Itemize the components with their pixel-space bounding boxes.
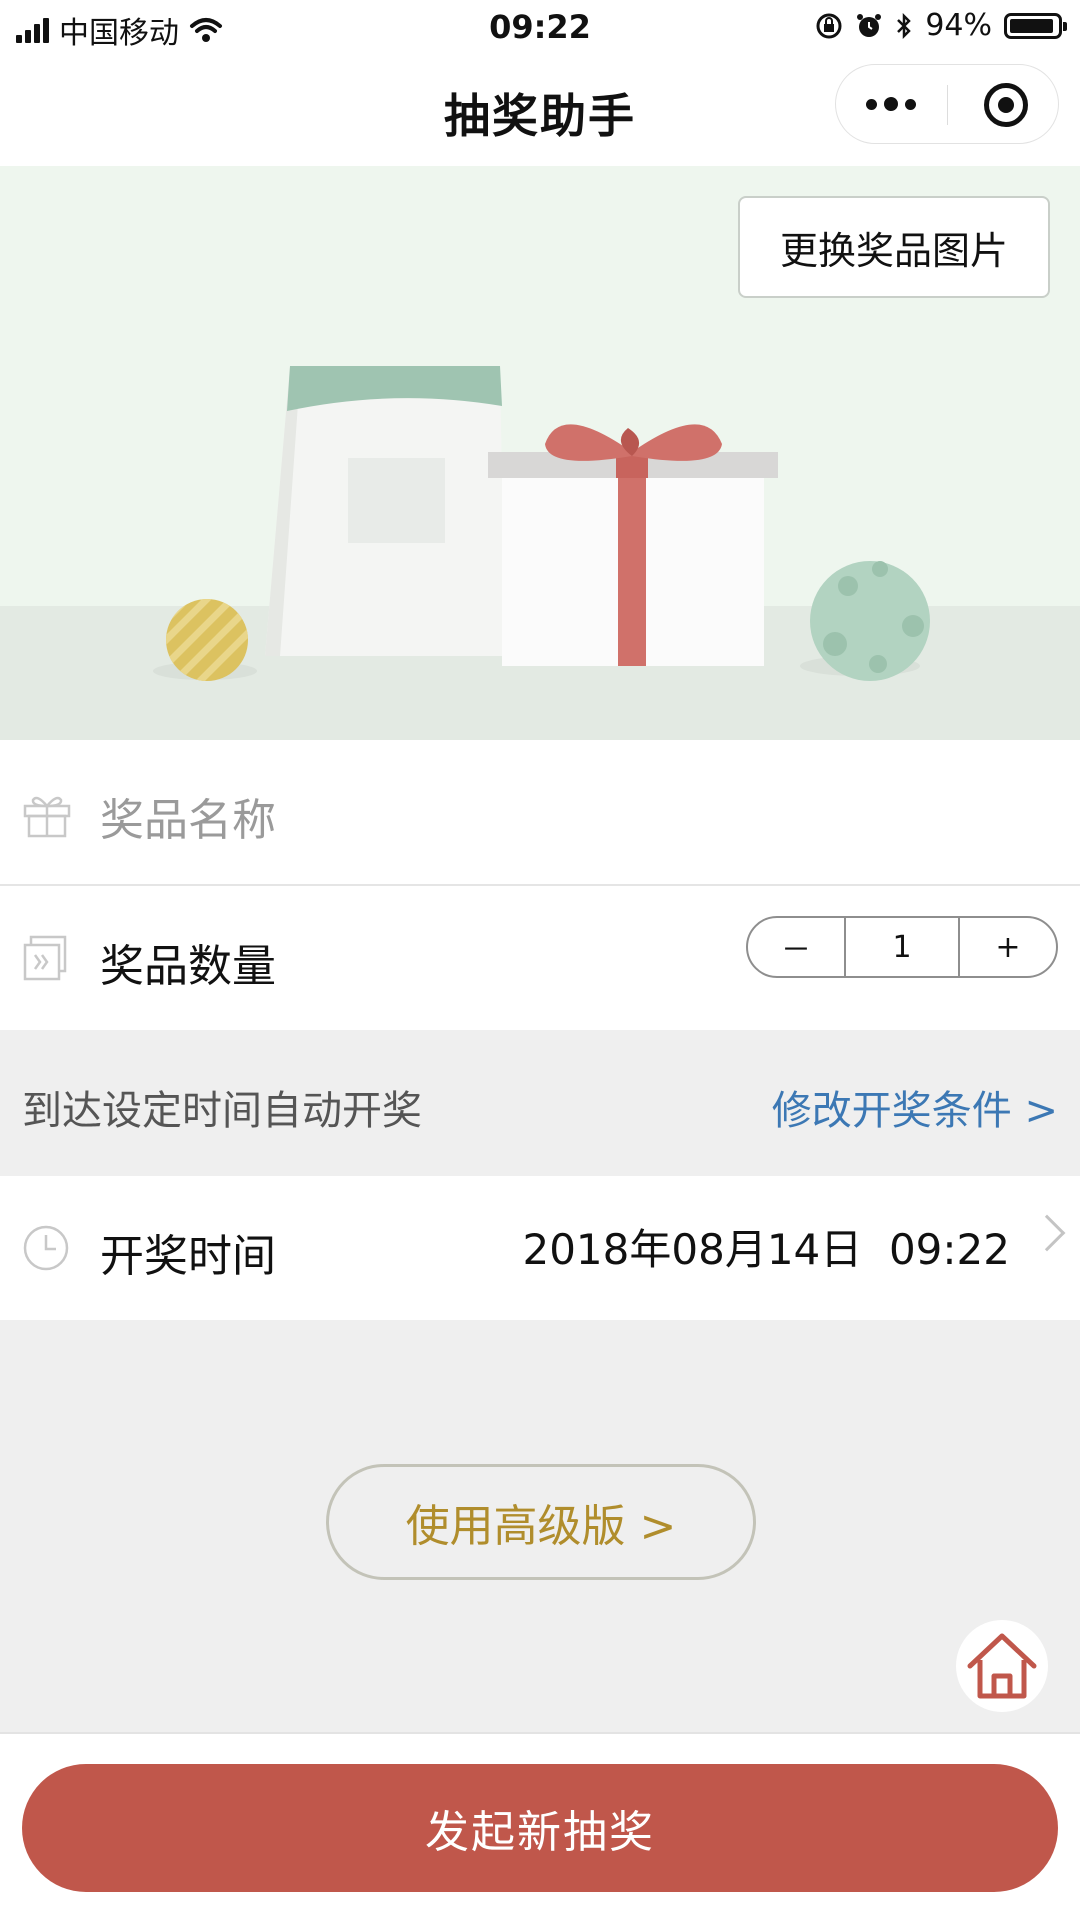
start-new-lottery-button[interactable]: 发起新抽奖 [22,1764,1058,1892]
mini-program-capsule [835,64,1059,144]
battery-percent: 94% [925,8,992,43]
increment-button[interactable]: + [960,918,1056,976]
alarm-icon [857,13,882,37]
chevron-right-icon [1028,1214,1066,1252]
draw-condition-bar: 到达设定时间自动开奖 修改开奖条件 > [0,1032,1080,1176]
prize-count-stepper: － 1 + [746,916,1058,978]
home-button[interactable] [956,1620,1048,1712]
rotation-lock-icon [816,13,842,38]
prize-count-label: 奖品数量 [100,941,276,992]
gift-icon [23,796,71,838]
more-icon[interactable] [836,65,946,143]
draw-time-label: 开奖时间 [100,1231,276,1282]
copies-icon [23,935,67,981]
battery-icon [1004,12,1067,39]
status-right-group: 94% [815,8,1067,43]
prize-count-value[interactable]: 1 [844,918,960,976]
use-advanced-button[interactable]: 使用高级版 > [326,1464,756,1580]
prize-image-banner: 更换奖品图片 [0,166,1080,740]
prize-name-input[interactable]: 奖品名称 [100,784,276,848]
home-icon [967,1633,1037,1699]
draw-time-row[interactable]: 开奖时间 2018年08月14日 09:22 [0,1176,1080,1320]
navigation-bar: 抽奖助手 [0,60,1080,166]
capsule-divider [947,85,948,125]
footer-bar: 发起新抽奖 [0,1732,1080,1920]
change-prize-image-button[interactable]: 更换奖品图片 [738,196,1050,298]
clock-icon [23,1225,69,1271]
decrement-button[interactable]: － [748,918,844,976]
status-bar: 中国移动 09:22 94% [0,0,1080,60]
bluetooth-icon [897,12,912,39]
modify-condition-link[interactable]: 修改开奖条件 > [772,1078,1058,1136]
close-target-icon[interactable] [984,83,1028,127]
draw-time-value[interactable]: 2018年08月14日 09:22 [522,1216,1010,1277]
draw-condition-text: 到达设定时间自动开奖 [22,1088,422,1134]
prize-name-row[interactable]: 奖品名称 [0,740,1080,884]
prize-count-row: 奖品数量 － 1 + [0,886,1080,1030]
